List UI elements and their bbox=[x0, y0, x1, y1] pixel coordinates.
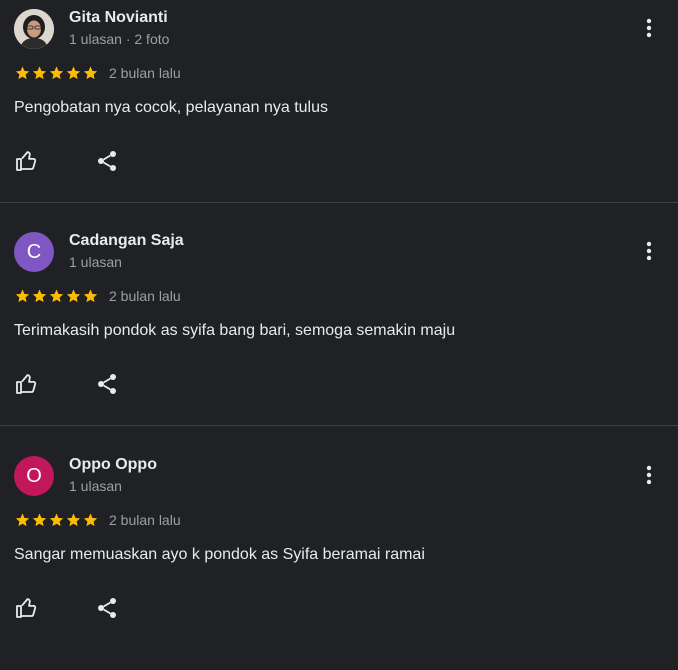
star-icon bbox=[15, 289, 30, 303]
review-date: 2 bulan lalu bbox=[109, 65, 181, 81]
like-button[interactable] bbox=[14, 371, 40, 397]
share-icon bbox=[98, 151, 116, 171]
thumb-up-icon bbox=[16, 151, 37, 171]
star-icon bbox=[49, 289, 64, 303]
avatar-letter: C bbox=[26, 240, 42, 263]
review-text: Pengobatan nya cocok, pelayanan nya tulu… bbox=[14, 99, 329, 116]
avatar-letter: O bbox=[26, 464, 42, 487]
review-card: Gita Novianti 1 ulasan · 2 foto 2 bulan … bbox=[0, 0, 678, 223]
star-icon bbox=[83, 289, 98, 303]
like-button[interactable] bbox=[14, 595, 40, 621]
star-icon bbox=[32, 289, 47, 303]
star-rating bbox=[14, 65, 99, 81]
thumb-up-icon bbox=[16, 374, 37, 394]
star-icon bbox=[15, 513, 30, 527]
more-vert-icon bbox=[646, 18, 652, 38]
star-icon bbox=[32, 66, 47, 80]
reviewer-name[interactable]: Cadangan Saja bbox=[69, 232, 184, 250]
rating-row: 2 bulan lalu bbox=[14, 511, 181, 529]
star-icon bbox=[15, 66, 30, 80]
star-icon bbox=[83, 513, 98, 527]
reviewer-meta: 1 ulasan bbox=[69, 254, 122, 270]
more-options-button[interactable] bbox=[636, 15, 662, 41]
share-button[interactable] bbox=[94, 371, 120, 397]
share-button[interactable] bbox=[94, 148, 120, 174]
star-icon bbox=[66, 289, 81, 303]
review-card: O Oppo Oppo 1 ulasan 2 bulan lalu Sangar… bbox=[0, 447, 678, 670]
thumb-up-icon bbox=[16, 598, 37, 618]
star-icon bbox=[83, 66, 98, 80]
star-icon bbox=[66, 66, 81, 80]
star-rating bbox=[14, 512, 99, 528]
like-button[interactable] bbox=[14, 148, 40, 174]
avatar[interactable]: O bbox=[14, 456, 54, 496]
share-button[interactable] bbox=[94, 595, 120, 621]
share-icon bbox=[98, 598, 116, 618]
star-icon bbox=[66, 513, 81, 527]
rating-row: 2 bulan lalu bbox=[14, 287, 181, 305]
divider bbox=[0, 425, 678, 426]
reviewer-name[interactable]: Gita Novianti bbox=[69, 9, 168, 27]
star-icon bbox=[32, 513, 47, 527]
reviewer-meta: 1 ulasan bbox=[69, 478, 122, 494]
divider bbox=[0, 202, 678, 203]
share-icon bbox=[98, 374, 116, 394]
review-date: 2 bulan lalu bbox=[109, 288, 181, 304]
review-text: Terimakasih pondok as syifa bang bari, s… bbox=[14, 322, 456, 339]
review-card: C Cadangan Saja 1 ulasan 2 bulan lalu Te… bbox=[0, 223, 678, 446]
more-options-button[interactable] bbox=[636, 462, 662, 488]
more-vert-icon bbox=[646, 241, 652, 261]
rating-row: 2 bulan lalu bbox=[14, 64, 181, 82]
avatar-photo-icon bbox=[14, 9, 54, 49]
avatar[interactable]: C bbox=[14, 232, 54, 272]
reviews-list: Gita Novianti 1 ulasan · 2 foto 2 bulan … bbox=[0, 0, 678, 630]
more-options-button[interactable] bbox=[636, 238, 662, 264]
reviewer-name[interactable]: Oppo Oppo bbox=[69, 456, 157, 474]
reviewer-meta: 1 ulasan · 2 foto bbox=[69, 31, 170, 47]
more-vert-icon bbox=[646, 465, 652, 485]
star-rating bbox=[14, 288, 99, 304]
review-text: Sangar memuaskan ayo k pondok as Syifa b… bbox=[14, 546, 425, 563]
avatar[interactable] bbox=[14, 9, 54, 49]
review-date: 2 bulan lalu bbox=[109, 512, 181, 528]
star-icon bbox=[49, 66, 64, 80]
star-icon bbox=[49, 513, 64, 527]
